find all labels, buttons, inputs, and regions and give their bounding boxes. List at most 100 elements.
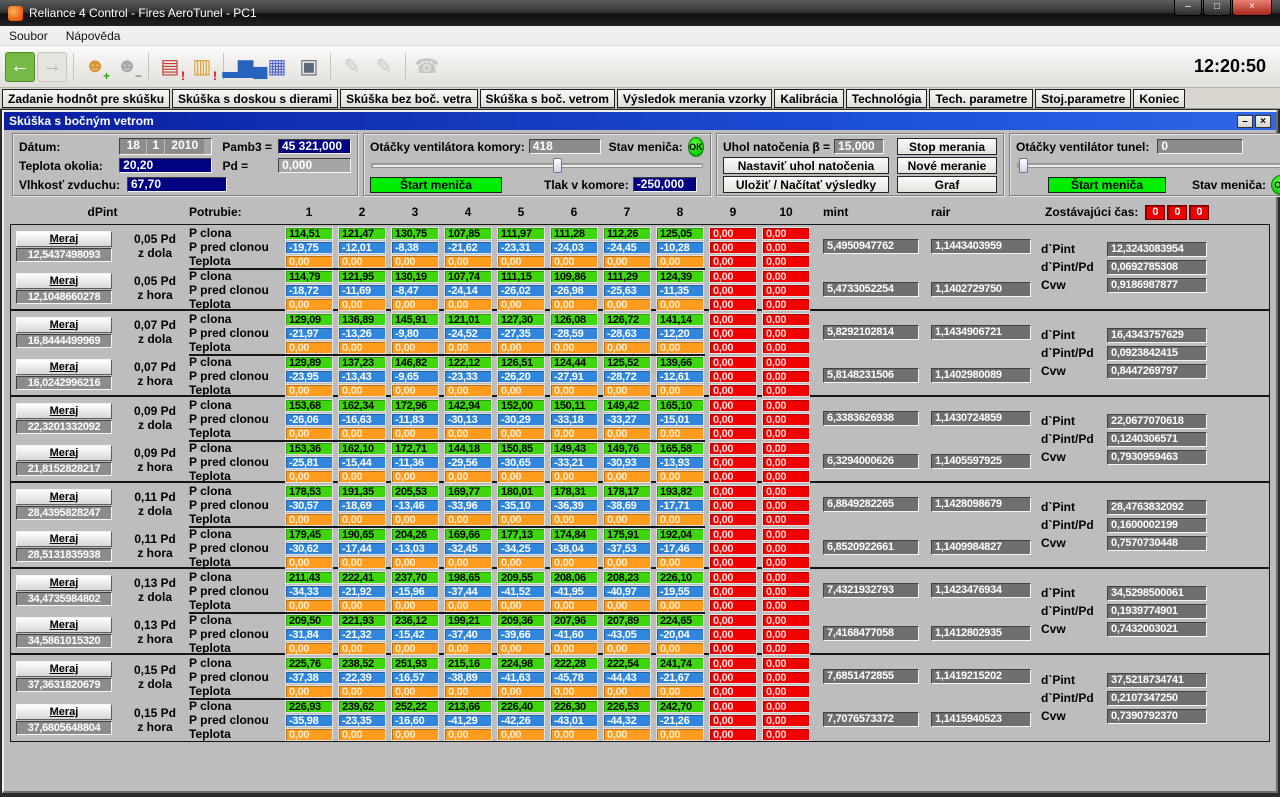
meraj-button[interactable]: Meraj bbox=[16, 445, 112, 461]
alarm-database-icon[interactable]: ▥! bbox=[187, 52, 217, 82]
chart-icon[interactable]: ▂▆▄ bbox=[230, 52, 260, 82]
tab-stoj-parametre[interactable]: Stoj.parametre bbox=[1035, 89, 1131, 108]
meraj-button[interactable]: Meraj bbox=[16, 317, 112, 333]
data-cell: 0,00 bbox=[550, 341, 598, 354]
tunnel-start-drive-button[interactable]: Štart meniča bbox=[1048, 177, 1166, 193]
data-cell: -41,52 bbox=[497, 585, 545, 598]
date-input[interactable]: 18 1 2010 bbox=[119, 138, 212, 155]
data-cell: 0,00 bbox=[762, 427, 810, 440]
data-cell: 0,00 bbox=[497, 427, 545, 440]
data-cell: 0,00 bbox=[285, 341, 333, 354]
measure-point-label: 0,15 Pdz dola bbox=[121, 655, 189, 698]
graph-button[interactable]: Graf bbox=[897, 176, 997, 193]
data-cell: 0,00 bbox=[550, 427, 598, 440]
tunnel-fan-slider[interactable] bbox=[1016, 158, 1280, 173]
mint-value: 6,3294000626 bbox=[823, 454, 919, 469]
save-load-results-button[interactable]: Uložiť / Načítať výsledky bbox=[723, 176, 889, 193]
meraj-button[interactable]: Meraj bbox=[16, 403, 112, 419]
measure-point-label: 0,15 Pdz hora bbox=[121, 698, 189, 741]
data-cell: -9,80 bbox=[391, 327, 439, 340]
data-cell: 0,00 bbox=[709, 456, 757, 469]
data-cell: 0,00 bbox=[497, 341, 545, 354]
data-cell: 111,97 bbox=[497, 227, 545, 240]
menu-soubor[interactable]: Soubor bbox=[0, 29, 57, 43]
data-cell: -9,65 bbox=[391, 370, 439, 383]
new-measurement-button[interactable]: Nové meranie bbox=[897, 157, 997, 174]
table-icon[interactable]: ▦ bbox=[262, 52, 292, 82]
tab-tech-parametre[interactable]: Tech. parametre bbox=[929, 89, 1033, 108]
chamber-fan-slider-thumb[interactable] bbox=[553, 158, 562, 173]
angle-label: Uhol natočenia β = bbox=[723, 140, 830, 154]
measurement-table: Meraj12,5437498093Meraj12,10486602780,05… bbox=[10, 224, 1270, 742]
data-cell: -13,03 bbox=[391, 542, 439, 555]
minimize-button[interactable]: – bbox=[1174, 0, 1202, 16]
subblock-divider bbox=[189, 612, 705, 614]
data-cell: 0,00 bbox=[550, 556, 598, 569]
data-cell: 0,00 bbox=[444, 599, 492, 612]
meraj-button[interactable]: Meraj bbox=[16, 575, 112, 591]
tab-technologia[interactable]: Technológia bbox=[846, 89, 928, 108]
tunnel-fan-slider-thumb[interactable] bbox=[1019, 158, 1028, 173]
user-login-icon[interactable]: ☻+ bbox=[80, 52, 110, 82]
data-cell: 0,00 bbox=[444, 255, 492, 268]
meraj-button[interactable]: Meraj bbox=[16, 531, 112, 547]
data-cell: -24,45 bbox=[603, 241, 651, 254]
inner-minimize-button[interactable]: – bbox=[1237, 115, 1253, 128]
close-button[interactable]: × bbox=[1232, 0, 1272, 16]
inner-close-button[interactable]: × bbox=[1255, 115, 1271, 128]
top-panel-row: Dátum: 18 1 2010 Pamb3 = 45 321,000 Tepl… bbox=[4, 130, 1276, 198]
data-cell: 0,00 bbox=[338, 255, 386, 268]
data-cell: 0,00 bbox=[338, 599, 386, 612]
data-cell: 0,00 bbox=[285, 556, 333, 569]
set-angle-button[interactable]: Nastaviť uhol natočenia bbox=[723, 157, 889, 174]
data-cell: 190,65 bbox=[338, 528, 386, 541]
meraj-button[interactable]: Meraj bbox=[16, 359, 112, 375]
measure-point-label: 0,07 Pdz hora bbox=[121, 353, 189, 395]
tab-vysledok-merania-vzorky[interactable]: Výsledok merania vzorky bbox=[617, 89, 772, 108]
table-header: dPint Potrubie: 1 2 3 4 5 6 7 8 9 10 min… bbox=[11, 200, 1269, 224]
meraj-button[interactable]: Meraj bbox=[16, 704, 112, 720]
row-label: Teplota bbox=[189, 642, 285, 655]
data-cell: 0,00 bbox=[603, 685, 651, 698]
alarm-report-icon[interactable]: ▤! bbox=[155, 52, 185, 82]
data-cell: -15,44 bbox=[338, 456, 386, 469]
meraj-button[interactable]: Meraj bbox=[16, 273, 112, 289]
data-cell: -11,83 bbox=[391, 413, 439, 426]
tab-skuska-bez-boc-vetra[interactable]: Skúška bez boč. vetra bbox=[340, 89, 477, 108]
menu-napoveda[interactable]: Nápověda bbox=[57, 29, 130, 43]
data-cell: 205,53 bbox=[391, 485, 439, 498]
result-label: d`Pint bbox=[1041, 414, 1107, 428]
data-cell: 225,76 bbox=[285, 657, 333, 670]
data-cell: 0,00 bbox=[391, 556, 439, 569]
data-cell: 0,00 bbox=[603, 341, 651, 354]
tab-skuska-s-doskou-s-dierami[interactable]: Skúška s doskou s dierami bbox=[172, 89, 338, 108]
meraj-button[interactable]: Meraj bbox=[16, 489, 112, 505]
chamber-start-drive-button[interactable]: Štart meniča bbox=[370, 177, 502, 193]
back-icon[interactable]: ← bbox=[5, 52, 35, 82]
row-label: Teplota bbox=[189, 599, 285, 612]
data-cell: 0,00 bbox=[709, 298, 757, 311]
data-cell: 0,00 bbox=[285, 427, 333, 440]
mint-value: 7,4168477058 bbox=[823, 626, 919, 641]
data-cell: -16,63 bbox=[338, 413, 386, 426]
data-cell: -26,98 bbox=[550, 284, 598, 297]
row-label: P pred clonou bbox=[189, 714, 285, 727]
tunnel-fan-panel: Otáčky ventilátor tunel: 0 Štart meniča … bbox=[1009, 133, 1280, 196]
tab-skuska-s-boc-vetrom[interactable]: Skúška s boč. vetrom bbox=[480, 89, 615, 108]
user-logout-icon[interactable]: ☻− bbox=[112, 52, 142, 82]
maximize-button[interactable]: □ bbox=[1203, 0, 1231, 16]
stop-measurement-button[interactable]: Stop merania bbox=[897, 138, 997, 155]
meraj-button[interactable]: Meraj bbox=[16, 661, 112, 677]
tab-zadanie-hodnot-pre-skusku[interactable]: Zadanie hodnôt pre skúšku bbox=[2, 89, 170, 108]
data-cell: -15,96 bbox=[391, 585, 439, 598]
data-cell: 0,00 bbox=[709, 528, 757, 541]
tab-kalibracia[interactable]: Kalibrácia bbox=[774, 89, 843, 108]
meraj-button[interactable]: Meraj bbox=[16, 231, 112, 247]
data-cell: 0,00 bbox=[709, 370, 757, 383]
tab-koniec[interactable]: Koniec bbox=[1133, 89, 1185, 108]
chamber-fan-slider[interactable] bbox=[370, 158, 704, 173]
print-report-icon[interactable]: ▣ bbox=[294, 52, 324, 82]
data-cell: 0,00 bbox=[391, 298, 439, 311]
meraj-button[interactable]: Meraj bbox=[16, 617, 112, 633]
angle-panel: Uhol natočenia β = 15,000 Nastaviť uhol … bbox=[716, 133, 1004, 196]
